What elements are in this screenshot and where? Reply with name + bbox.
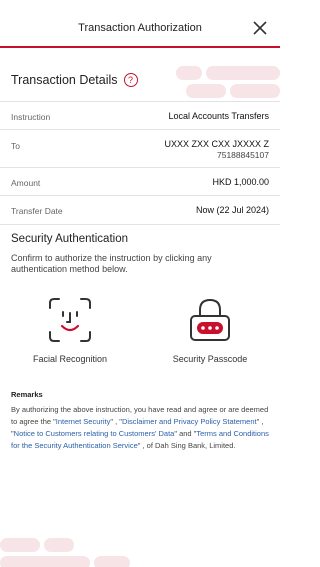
row-label: Transfer Date xyxy=(11,206,63,216)
notice-customers-data-link[interactable]: Notice to Customers relating to Customer… xyxy=(14,429,175,438)
remarks-text-part: " , of Dah Sing Bank, Limited. xyxy=(137,441,236,450)
method-label: Facial Recognition xyxy=(32,354,108,364)
row-sub-value: 75188845107 xyxy=(216,150,269,160)
transaction-details-title: Transaction Details ? xyxy=(11,73,138,87)
padlock-passcode-icon xyxy=(187,296,233,349)
detail-row-amount: Amount HKD 1,000.00 xyxy=(0,167,280,195)
decorative-pill xyxy=(0,556,90,567)
page-title: Transaction Authorization xyxy=(78,22,202,34)
detail-row-instruction: Instruction Local Accounts Transfers xyxy=(0,101,280,129)
detail-row-transfer-date: Transfer Date Now (22 Jul 2024) xyxy=(0,195,280,225)
decorative-pill xyxy=(0,538,40,552)
transaction-details-label: Transaction Details xyxy=(11,73,118,87)
row-label: To xyxy=(11,141,20,151)
remarks-text-part: " and " xyxy=(174,429,197,438)
row-value: Now (22 Jul 2024) xyxy=(195,205,269,215)
row-value: HKD 1,000.00 xyxy=(212,177,269,187)
decorative-pill xyxy=(186,84,226,98)
disclaimer-privacy-link[interactable]: Disclaimer and Privacy Policy Statement xyxy=(122,417,257,426)
decorative-pill xyxy=(206,66,280,80)
security-auth-description: Confirm to authorize the instruction by … xyxy=(11,253,212,274)
method-label: Security Passcode xyxy=(172,354,248,364)
remarks-text-part: " , " xyxy=(110,417,122,426)
remarks-text: By authorizing the above instruction, yo… xyxy=(11,404,269,452)
decorative-pill xyxy=(176,66,202,80)
row-value: UXXX ZXX CXX JXXXX Z xyxy=(164,139,269,149)
internet-security-link[interactable]: Internet Security xyxy=(56,417,111,426)
help-icon[interactable]: ? xyxy=(123,73,138,87)
row-label: Amount xyxy=(11,178,41,188)
decorative-pill xyxy=(44,538,74,552)
decorative-pill xyxy=(94,556,130,567)
face-scan-icon xyxy=(47,296,93,349)
close-icon[interactable] xyxy=(252,20,268,36)
header: Transaction Authorization xyxy=(0,0,280,48)
security-auth-title: Security Authentication xyxy=(11,233,128,245)
detail-row-to: To UXXX ZXX CXX JXXXX Z 75188845107 xyxy=(0,129,280,167)
remarks-title: Remarks xyxy=(11,390,43,399)
row-label: Instruction xyxy=(11,112,51,122)
facial-recognition-button[interactable]: Facial Recognition xyxy=(10,296,130,368)
decorative-pill xyxy=(230,84,280,98)
row-value: Local Accounts Transfers xyxy=(168,111,269,121)
security-passcode-button[interactable]: Security Passcode xyxy=(150,296,270,368)
